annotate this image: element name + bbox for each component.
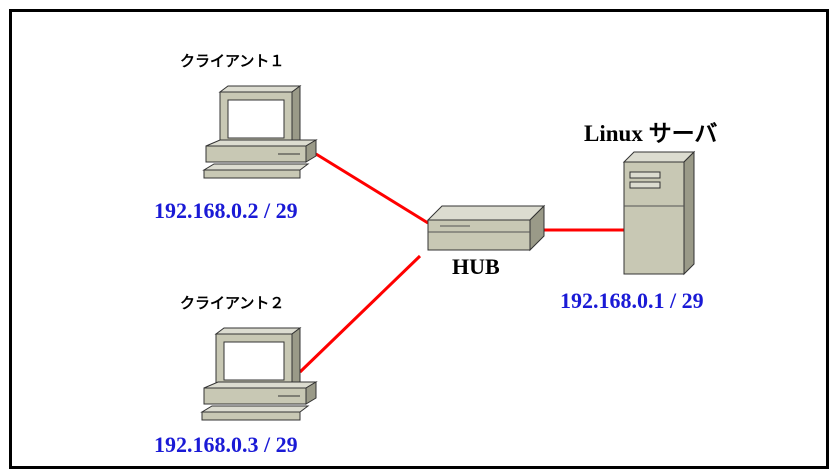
- hub-label: HUB: [452, 254, 500, 279]
- network-diagram: [200, 85, 696, 421]
- link-client1-hub: [315, 152, 429, 225]
- link-client2-hub: [298, 254, 422, 374]
- client2-label: クライアント２: [180, 294, 285, 312]
- client2-ip: 192.168.0.3 / 29: [154, 432, 298, 457]
- server-tower-icon: [622, 150, 696, 276]
- client1-ip: 192.168.0.2 / 29: [154, 198, 298, 223]
- client1-computer-icon: [202, 85, 318, 179]
- hub-device-icon: [426, 204, 546, 252]
- client1-label: クライアント１: [180, 52, 285, 70]
- server-label: Linux サーバ: [584, 121, 718, 146]
- server-ip: 192.168.0.1 / 29: [560, 288, 704, 313]
- client2-computer-icon: [200, 327, 318, 421]
